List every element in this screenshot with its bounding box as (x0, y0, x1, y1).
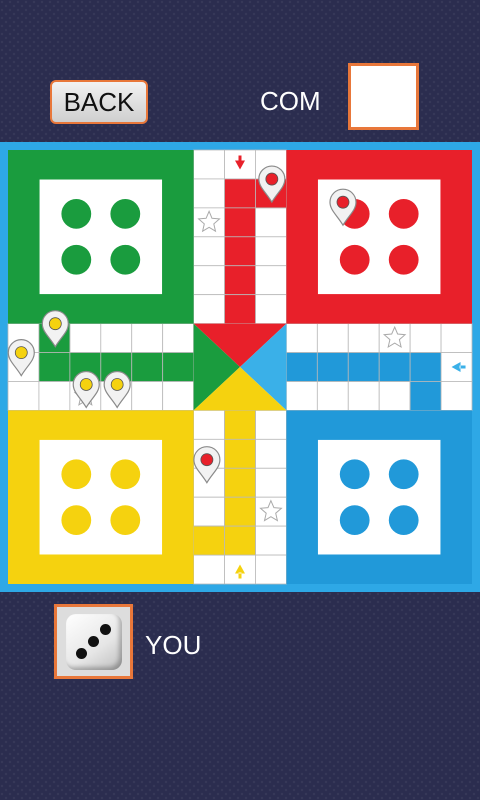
board-cell (193, 409, 225, 440)
yellow-home-slot (110, 459, 141, 490)
yellow-start-cell (193, 525, 225, 556)
blue-home-slot (388, 459, 419, 490)
board-cell (255, 409, 287, 440)
board-cell (285, 323, 318, 353)
blue-yard-inner (317, 439, 441, 555)
blue-home-slot (339, 505, 370, 536)
green-home-column-cell (38, 352, 71, 382)
board-cell (316, 323, 349, 353)
board-cell (100, 323, 133, 353)
board-cell (255, 207, 287, 238)
red-home-slot (339, 244, 370, 275)
board-cell (162, 381, 195, 411)
yellow-home-slot (61, 505, 92, 536)
blue-home-column-cell (347, 352, 380, 382)
blue-home-column-cell (378, 352, 411, 382)
blue-start-cell (409, 381, 442, 411)
player-dice-button[interactable] (54, 604, 133, 679)
board-cell (285, 381, 318, 411)
board-cell (193, 178, 225, 209)
yellow-home-column-cell (224, 496, 256, 527)
blue-home-slot (388, 505, 419, 536)
red-home-slot (388, 198, 419, 229)
board-cell (255, 294, 287, 325)
board-canvas[interactable] (0, 142, 480, 592)
board-cell (440, 381, 473, 411)
green-home-slot (61, 244, 92, 275)
green-home-column-cell (131, 352, 164, 382)
board-cell (193, 265, 225, 296)
board-cell (193, 149, 225, 180)
board-cell (255, 236, 287, 267)
yellow-home-slot (110, 505, 141, 536)
board-cell (193, 554, 225, 585)
green-home-column-cell (162, 352, 195, 382)
green-home-slot (61, 198, 92, 229)
ludo-board (0, 142, 480, 592)
board-cell (409, 323, 442, 353)
opponent-label: COM (260, 86, 321, 116)
board-cell (193, 294, 225, 325)
dice-icon (65, 613, 122, 670)
board-cell (7, 381, 40, 411)
yellow-yard-inner (39, 439, 163, 555)
board-cell (255, 467, 287, 498)
green-home-slot (110, 198, 141, 229)
green-home-slot (110, 244, 141, 275)
board-cell (255, 554, 287, 585)
yellow-home-slot (61, 459, 92, 490)
board-cell (347, 323, 380, 353)
dice-pip (88, 636, 99, 647)
blue-home-column-cell (316, 352, 349, 382)
board-cell (255, 525, 287, 556)
red-home-column-cell (224, 294, 256, 325)
red-home-column-cell (224, 207, 256, 238)
yellow-home-column-cell (224, 438, 256, 469)
dice-pip (75, 648, 87, 660)
red-home-column-cell (224, 236, 256, 267)
opponent-dice-box (348, 63, 419, 130)
red-home-slot (388, 244, 419, 275)
board-cell (131, 323, 164, 353)
blue-home-slot (339, 459, 370, 490)
dice-pip (100, 623, 112, 635)
red-home-column-cell (224, 178, 256, 209)
board-cell (255, 438, 287, 469)
board-cell (440, 323, 473, 353)
player-label: YOU (145, 630, 202, 660)
blue-home-column-cell (285, 352, 318, 382)
board-cell (131, 381, 164, 411)
board-cell (162, 323, 195, 353)
board-cell (255, 265, 287, 296)
board-cell (378, 381, 411, 411)
yellow-home-column-cell (224, 467, 256, 498)
board-cell (69, 323, 102, 353)
yellow-home-column-cell (224, 409, 256, 440)
green-yard-inner (39, 179, 163, 295)
back-button[interactable]: BACK (50, 80, 148, 124)
red-home-column-cell (224, 265, 256, 296)
board-cell (38, 381, 71, 411)
board-cell (193, 496, 225, 527)
yellow-home-column-cell (224, 525, 256, 556)
blue-home-column-cell (409, 352, 442, 382)
board-cell (347, 381, 380, 411)
board-cell (316, 381, 349, 411)
board-cell (193, 236, 225, 267)
